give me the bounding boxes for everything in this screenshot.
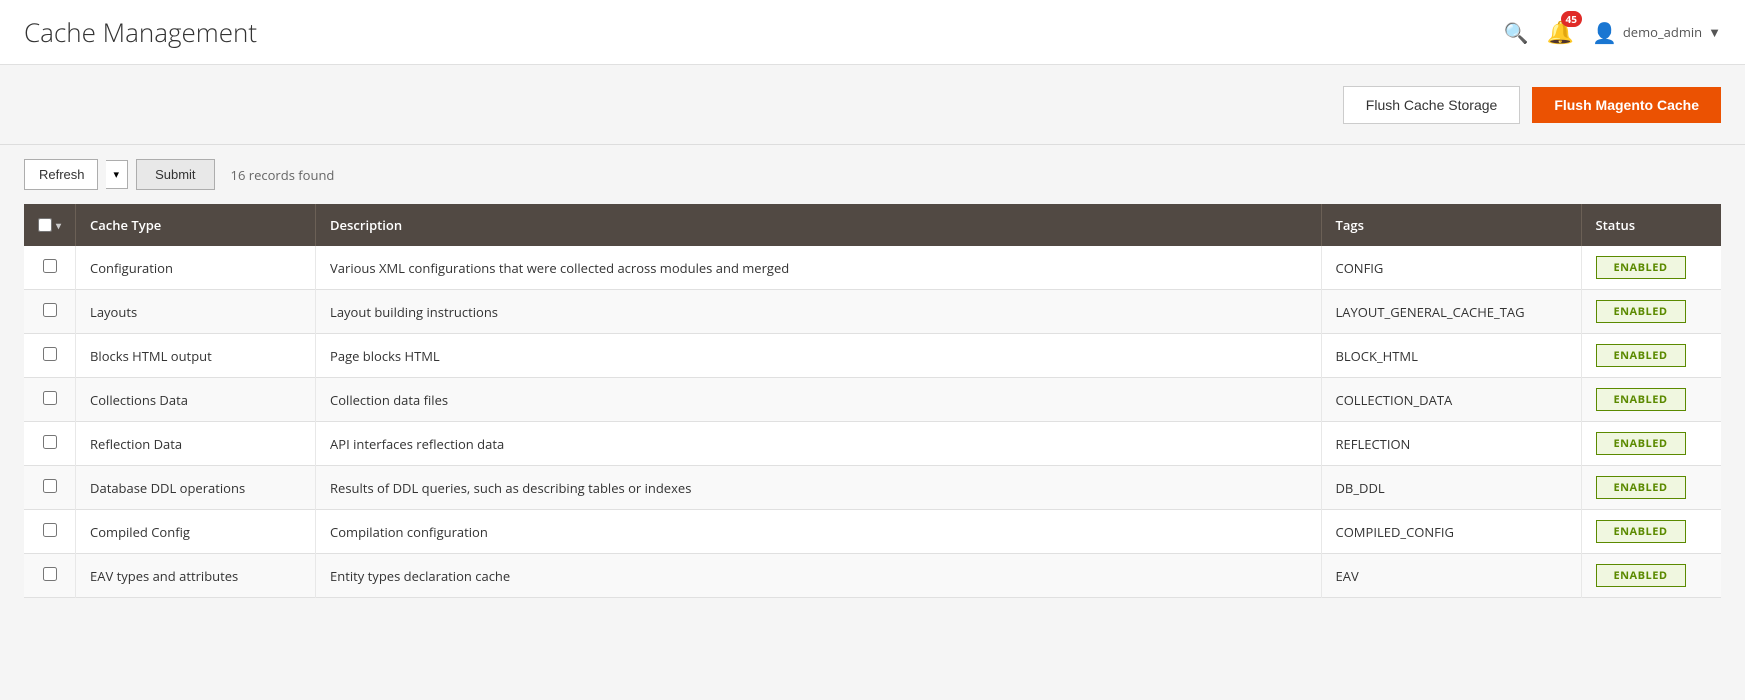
- row-checkbox[interactable]: [43, 303, 57, 317]
- row-checkbox[interactable]: [43, 347, 57, 361]
- cell-cache-type: Database DDL operations: [76, 466, 316, 510]
- table-row: Database DDL operations Results of DDL q…: [24, 466, 1721, 510]
- th-tags: Tags: [1321, 204, 1581, 246]
- cell-status: ENABLED: [1581, 554, 1721, 598]
- status-badge: ENABLED: [1596, 432, 1686, 455]
- cell-cache-type: Compiled Config: [76, 510, 316, 554]
- status-badge: ENABLED: [1596, 476, 1686, 499]
- user-menu[interactable]: 👤 demo_admin ▼: [1592, 19, 1721, 46]
- cell-cache-type: Layouts: [76, 290, 316, 334]
- row-checkbox-cell: [24, 510, 76, 554]
- status-badge: ENABLED: [1596, 300, 1686, 323]
- status-badge: ENABLED: [1596, 564, 1686, 587]
- records-count: 16 records found: [231, 166, 335, 184]
- cell-description: Various XML configurations that were col…: [316, 246, 1321, 290]
- th-select-all: ▾: [24, 204, 76, 246]
- user-icon: 👤: [1592, 19, 1617, 46]
- flush-cache-storage-button[interactable]: Flush Cache Storage: [1343, 86, 1521, 124]
- row-checkbox-cell: [24, 290, 76, 334]
- cell-cache-type: Blocks HTML output: [76, 334, 316, 378]
- notification-button[interactable]: 🔔 45: [1547, 17, 1574, 47]
- table-row: Configuration Various XML configurations…: [24, 246, 1721, 290]
- refresh-dropdown-arrow[interactable]: ▾: [106, 160, 129, 189]
- table-row: Compiled Config Compilation configuratio…: [24, 510, 1721, 554]
- cell-status: ENABLED: [1581, 334, 1721, 378]
- page-title: Cache Management: [24, 14, 257, 50]
- row-checkbox-cell: [24, 422, 76, 466]
- cell-tags: COLLECTION_DATA: [1321, 378, 1581, 422]
- cell-tags: LAYOUT_GENERAL_CACHE_TAG: [1321, 290, 1581, 334]
- cell-cache-type: Reflection Data: [76, 422, 316, 466]
- row-checkbox[interactable]: [43, 567, 57, 581]
- th-description: Description: [316, 204, 1321, 246]
- status-badge: ENABLED: [1596, 256, 1686, 279]
- toolbar: Refresh ▾ Submit 16 records found: [0, 145, 1745, 204]
- row-checkbox[interactable]: [43, 479, 57, 493]
- th-status: Status: [1581, 204, 1721, 246]
- table-header-row: ▾ Cache Type Description Tags Status: [24, 204, 1721, 246]
- table-row: Collections Data Collection data files C…: [24, 378, 1721, 422]
- search-button[interactable]: 🔍: [1504, 19, 1529, 46]
- cell-status: ENABLED: [1581, 290, 1721, 334]
- user-dropdown-arrow: ▼: [1708, 23, 1721, 41]
- cell-status: ENABLED: [1581, 422, 1721, 466]
- cell-description: Collection data files: [316, 378, 1321, 422]
- cell-tags: CONFIG: [1321, 246, 1581, 290]
- table-row: Blocks HTML output Page blocks HTML BLOC…: [24, 334, 1721, 378]
- row-checkbox[interactable]: [43, 435, 57, 449]
- top-bar: Cache Management 🔍 🔔 45 👤 demo_admin ▼: [0, 0, 1745, 65]
- cell-cache-type: Collections Data: [76, 378, 316, 422]
- cell-description: Entity types declaration cache: [316, 554, 1321, 598]
- search-icon: 🔍: [1504, 19, 1529, 46]
- cell-status: ENABLED: [1581, 378, 1721, 422]
- cell-description: Page blocks HTML: [316, 334, 1321, 378]
- flush-magento-cache-button[interactable]: Flush Magento Cache: [1532, 87, 1721, 123]
- select-all-checkbox[interactable]: [38, 218, 52, 232]
- row-checkbox-cell: [24, 554, 76, 598]
- cell-tags: EAV: [1321, 554, 1581, 598]
- row-checkbox-cell: [24, 334, 76, 378]
- cell-status: ENABLED: [1581, 510, 1721, 554]
- cell-cache-type: Configuration: [76, 246, 316, 290]
- table-row: Reflection Data API interfaces reflectio…: [24, 422, 1721, 466]
- cell-description: API interfaces reflection data: [316, 422, 1321, 466]
- cell-status: ENABLED: [1581, 246, 1721, 290]
- row-checkbox[interactable]: [43, 391, 57, 405]
- status-badge: ENABLED: [1596, 520, 1686, 543]
- notification-badge: 45: [1561, 11, 1582, 27]
- table-row: Layouts Layout building instructions LAY…: [24, 290, 1721, 334]
- cell-description: Results of DDL queries, such as describi…: [316, 466, 1321, 510]
- cell-description: Compilation configuration: [316, 510, 1321, 554]
- table-row: EAV types and attributes Entity types de…: [24, 554, 1721, 598]
- user-name: demo_admin: [1623, 23, 1702, 41]
- cell-tags: DB_DDL: [1321, 466, 1581, 510]
- status-badge: ENABLED: [1596, 344, 1686, 367]
- cell-tags: BLOCK_HTML: [1321, 334, 1581, 378]
- top-bar-right: 🔍 🔔 45 👤 demo_admin ▼: [1504, 17, 1721, 47]
- th-cache-type: Cache Type: [76, 204, 316, 246]
- cache-table: ▾ Cache Type Description Tags Status Con…: [24, 204, 1721, 598]
- cell-description: Layout building instructions: [316, 290, 1321, 334]
- row-checkbox-cell: [24, 378, 76, 422]
- cell-cache-type: EAV types and attributes: [76, 554, 316, 598]
- refresh-button[interactable]: Refresh: [24, 159, 98, 190]
- select-all-arrow[interactable]: ▾: [56, 218, 61, 232]
- action-bar: Flush Cache Storage Flush Magento Cache: [0, 65, 1745, 145]
- row-checkbox[interactable]: [43, 259, 57, 273]
- row-checkbox-cell: [24, 246, 76, 290]
- cell-tags: REFLECTION: [1321, 422, 1581, 466]
- row-checkbox[interactable]: [43, 523, 57, 537]
- cell-tags: COMPILED_CONFIG: [1321, 510, 1581, 554]
- submit-button[interactable]: Submit: [136, 159, 214, 190]
- table-wrap: ▾ Cache Type Description Tags Status Con…: [0, 204, 1745, 622]
- row-checkbox-cell: [24, 466, 76, 510]
- status-badge: ENABLED: [1596, 388, 1686, 411]
- cell-status: ENABLED: [1581, 466, 1721, 510]
